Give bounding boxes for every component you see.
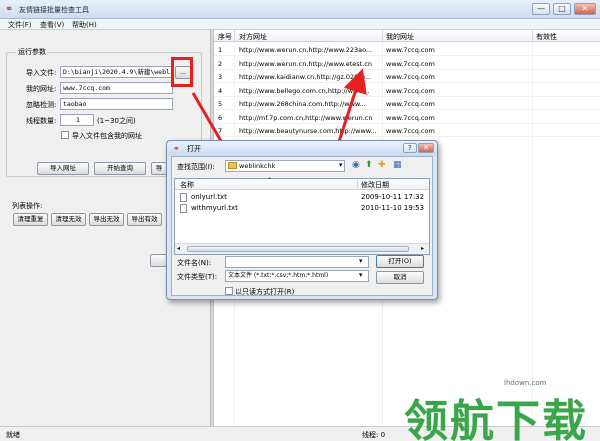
text-file-icon [180,204,187,213]
up-folder-icon[interactable]: ⬆ [365,160,373,170]
text-file-icon [180,193,187,202]
file-list-header: 名称 ⌃ 修改日期 [175,177,429,190]
col-name[interactable]: 名称 [180,180,194,190]
dialog-help-button[interactable]: ? [403,143,417,153]
filetype-dropdown-icon[interactable]: ▾ [359,271,363,279]
dialog-app-icon: ⚭ [173,144,180,153]
file-date: 2010-11-10 19:53 [361,204,425,212]
filetype-label: 文件类型(T): [177,273,218,281]
folder-icon [228,162,237,169]
back-icon[interactable]: ◉ [352,160,360,170]
filename-label: 文件名(N): [177,259,212,267]
cancel-button[interactable]: 取消 [376,271,424,284]
file-list[interactable]: 名称 ⌃ 修改日期 onlyurl.txt 2009-10-11 17:32 wit… [174,177,430,255]
scroll-right-icon[interactable]: ▸ [421,245,424,252]
chevron-down-icon[interactable]: ▾ [339,161,343,169]
filetype-select[interactable]: 文本文件 (*.txt;*.csv;*.htm;*.html) [225,270,369,282]
filename-input[interactable] [225,256,369,268]
sort-arrow-icon: ⌃ [267,177,273,184]
view-menu-icon[interactable]: ▦ [393,160,402,170]
file-name: onlyurl.txt [191,193,227,201]
dialog-title: 打开 [187,145,201,153]
lookin-select[interactable]: weblinkchk [225,160,345,172]
lookin-value: weblinkchk [239,162,276,170]
dialog-close-button[interactable]: ✕ [418,143,434,153]
scroll-left-icon[interactable]: ◂ [177,245,180,252]
open-button[interactable]: 打开(O) [376,255,424,268]
file-item[interactable]: onlyurl.txt 2009-10-11 17:32 [175,192,429,203]
filename-dropdown-icon[interactable]: ▾ [359,257,363,265]
new-folder-icon[interactable]: ✚ [378,160,386,170]
lookin-label: 查找范围(I): [177,163,215,171]
horizontal-scrollbar[interactable]: ◂ ▸ [175,243,429,254]
file-item[interactable]: withmyurl.txt 2010-11-10 19:53 [175,203,429,214]
file-date: 2009-10-11 17:32 [361,193,425,201]
readonly-label: 以只读方式打开(R) [235,288,295,296]
readonly-checkbox[interactable] [225,287,233,295]
watermark-logo: 领航下载 [404,396,588,441]
scroll-thumb[interactable] [187,246,409,252]
col-modified[interactable]: 修改日期 [361,180,389,190]
open-dialog: ⚭ 打开 ? ✕ 查找范围(I): weblinkchk ▾ ◉ ⬆ ✚ ▦ 名… [166,140,438,300]
col-separator[interactable] [357,179,358,190]
file-name: withmyurl.txt [191,204,238,212]
dialog-title-bar: ⚭ 打开 ? ✕ [167,141,437,156]
